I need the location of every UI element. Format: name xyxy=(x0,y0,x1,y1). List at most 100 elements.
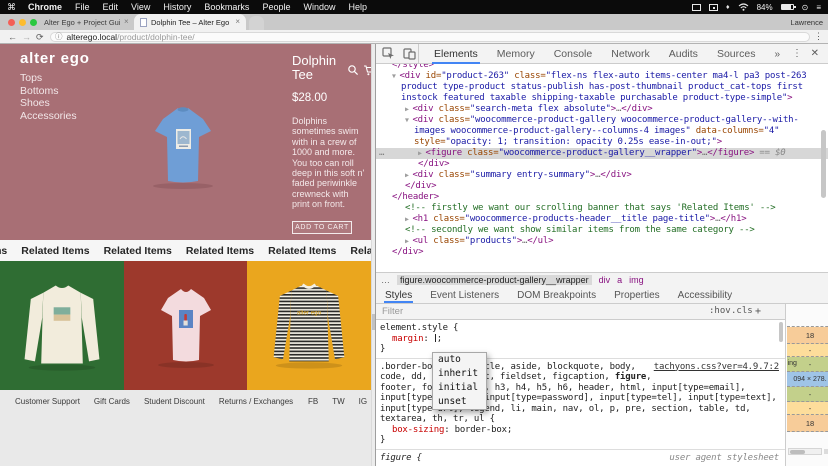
social-link-fb[interactable]: FB xyxy=(308,397,318,406)
dom-tree-line[interactable]: ▼ <div class="woocommerce-product-galler… xyxy=(376,115,828,148)
menu-item[interactable]: People xyxy=(262,2,290,12)
breadcrumb-item[interactable]: div xyxy=(599,275,611,285)
screen-mirroring-icon[interactable] xyxy=(709,4,718,11)
menu-item[interactable]: Window xyxy=(303,2,335,12)
notification-center-icon[interactable]: ≡ xyxy=(816,3,821,12)
sidebar-tab-event-listeners[interactable]: Event Listeners xyxy=(429,287,500,303)
dom-tree-line[interactable]: </div> xyxy=(376,159,828,170)
autocomplete-item-auto[interactable]: auto xyxy=(433,353,486,367)
inspect-element-icon[interactable] xyxy=(382,47,395,60)
dom-tree-line[interactable]: ▼ <div id="product-263" class="flex-ns f… xyxy=(376,71,828,104)
breadcrumb-item[interactable]: img xyxy=(629,275,644,285)
related-product-cream-long-sleeve[interactable] xyxy=(0,261,124,390)
devtools-tab-console[interactable]: Console xyxy=(552,44,595,64)
dom-tree-scrollbar-thumb[interactable] xyxy=(821,130,826,198)
dom-tree-line[interactable]: …▶ <figure class="woocommerce-product-ga… xyxy=(376,148,828,159)
display-icon[interactable] xyxy=(692,4,701,11)
address-bar[interactable]: ⓘ alterego.local/product/dolphin-tee/ xyxy=(50,32,810,42)
dom-tree-line[interactable]: ▶ <div class="search-meta flex absolute"… xyxy=(376,104,828,115)
search-icon[interactable] xyxy=(347,64,359,76)
devtools-close-icon[interactable]: ✕ xyxy=(811,48,819,59)
autocomplete-item-inherit[interactable]: inherit xyxy=(433,367,486,381)
window-close-button[interactable] xyxy=(8,19,15,26)
dom-tree-line[interactable]: <!-- secondly we want show similar items… xyxy=(376,225,828,236)
nav-item-bottoms[interactable]: Bottoms xyxy=(20,85,77,98)
back-icon[interactable]: ← xyxy=(8,31,17,43)
nav-item-accessories[interactable]: Accessories xyxy=(20,110,77,123)
sidebar-tab-styles[interactable]: Styles xyxy=(384,287,413,303)
sidebar-scrollbar-thumb[interactable] xyxy=(790,450,805,454)
sidebar-tab-dom-breakpoints[interactable]: DOM Breakpoints xyxy=(516,287,597,303)
stylesheet-link[interactable]: tachyons.css?ver=4.9.7:2 xyxy=(654,362,779,373)
more-tabs-icon[interactable]: » xyxy=(774,44,780,64)
bluetooth-icon[interactable]: ♦ xyxy=(726,4,730,11)
sidebar-horizontal-scrollbar[interactable] xyxy=(788,448,822,455)
menu-item[interactable]: Bookmarks xyxy=(204,2,249,12)
devtools-menu-icon[interactable]: ⋮ xyxy=(792,48,802,59)
close-icon[interactable]: × xyxy=(235,18,240,26)
menu-item[interactable]: History xyxy=(163,2,191,12)
footer-link[interactable]: Student Discount xyxy=(144,397,205,406)
breadcrumb-item[interactable]: figure.woocommerce-product-gallery__wrap… xyxy=(397,275,592,285)
autocomplete-item-initial[interactable]: initial xyxy=(433,381,486,395)
overflow-ellipsis[interactable]: … xyxy=(381,275,390,285)
devtools-tab-audits[interactable]: Audits xyxy=(667,44,700,64)
class-toggle[interactable]: .cls xyxy=(731,306,753,316)
device-toolbar-icon[interactable] xyxy=(403,47,416,60)
dom-tree-line[interactable]: ▶ <h1 class="woocommerce-products-header… xyxy=(376,214,828,225)
devtools-tab-sources[interactable]: Sources xyxy=(715,44,758,64)
browser-menu-icon[interactable]: ⋮ xyxy=(814,31,823,42)
site-logo[interactable]: alter ego xyxy=(20,50,90,67)
css-property[interactable]: margin: ; xyxy=(380,334,781,345)
styles-scrollbar-thumb[interactable] xyxy=(779,322,783,342)
dom-tree-line[interactable]: <!-- firstly we want our scrolling banne… xyxy=(376,203,828,214)
menu-item[interactable]: Edit xyxy=(103,2,119,12)
social-link-ig[interactable]: IG xyxy=(359,397,367,406)
css-property[interactable]: box-sizing: border-box; xyxy=(380,425,781,436)
hover-state-toggle[interactable]: :hov xyxy=(709,306,731,316)
nav-item-tops[interactable]: Tops xyxy=(20,72,77,85)
site-info-icon[interactable]: ⓘ xyxy=(55,33,63,41)
cart-icon[interactable] xyxy=(363,64,371,76)
related-product-pink-tee[interactable] xyxy=(124,261,247,390)
styles-filter-input[interactable] xyxy=(382,305,602,318)
new-style-rule-button[interactable]: + xyxy=(755,306,761,317)
forward-icon[interactable]: → xyxy=(22,31,31,43)
sidebar-tab-properties[interactable]: Properties xyxy=(613,287,661,303)
footer-link[interactable]: Customer Support xyxy=(15,397,80,406)
devtools-tab-elements[interactable]: Elements xyxy=(432,44,480,64)
browser-profile-name[interactable]: Lawrence xyxy=(790,18,823,27)
menu-item[interactable]: View xyxy=(131,2,150,12)
breadcrumb-item[interactable]: a xyxy=(617,275,622,285)
autocomplete-item-unset[interactable]: unset xyxy=(433,395,486,409)
clock-icon[interactable]: ⊙ xyxy=(802,3,809,12)
devtools-tab-memory[interactable]: Memory xyxy=(495,44,537,64)
dom-tree-line[interactable]: </div> xyxy=(376,247,828,258)
browser-tab-active[interactable]: Dolphin Tee – Alter Ego × xyxy=(134,14,246,30)
rule-selector[interactable]: textarea, th, tr, ul { xyxy=(380,414,781,425)
dom-tree-line[interactable]: ▶ <ul class="products">…</ul> xyxy=(376,236,828,247)
menu-item[interactable]: File xyxy=(75,2,90,12)
window-minimize-button[interactable] xyxy=(19,19,26,26)
footer-link[interactable]: Gift Cards xyxy=(94,397,130,406)
menu-item[interactable]: Help xyxy=(348,2,367,12)
reload-icon[interactable]: ⟳ xyxy=(36,31,44,43)
dom-tree-line[interactable]: </header> xyxy=(376,192,828,203)
product-photo-dolphin-tee[interactable] xyxy=(133,93,233,193)
footer-link[interactable]: Returns / Exchanges xyxy=(219,397,293,406)
devtools-tab-network[interactable]: Network xyxy=(609,44,652,64)
browser-tab-inactive[interactable]: Alter Ego + Project Guide × xyxy=(44,14,132,30)
dom-tree-line[interactable]: </style> xyxy=(376,64,828,71)
close-icon[interactable]: × xyxy=(124,18,129,26)
menu-item[interactable]: Chrome xyxy=(28,2,62,12)
add-to-cart-button[interactable]: ADD TO CART xyxy=(292,221,352,234)
social-link-tw[interactable]: TW xyxy=(332,397,344,406)
window-zoom-button[interactable] xyxy=(30,19,37,26)
wifi-icon[interactable] xyxy=(738,3,749,11)
apple-icon[interactable]: ⌘ xyxy=(7,2,16,13)
dom-tree-line[interactable]: </div> xyxy=(376,181,828,192)
nav-item-shoes[interactable]: Shoes xyxy=(20,97,77,110)
box-model-diagram[interactable]: 18 - padding- 094 × 278. - - 18 xyxy=(787,326,828,432)
dom-tree-line[interactable]: ▶ <div class="summary entry-summary">…</… xyxy=(376,170,828,181)
sidebar-tab-accessibility[interactable]: Accessibility xyxy=(677,287,733,303)
